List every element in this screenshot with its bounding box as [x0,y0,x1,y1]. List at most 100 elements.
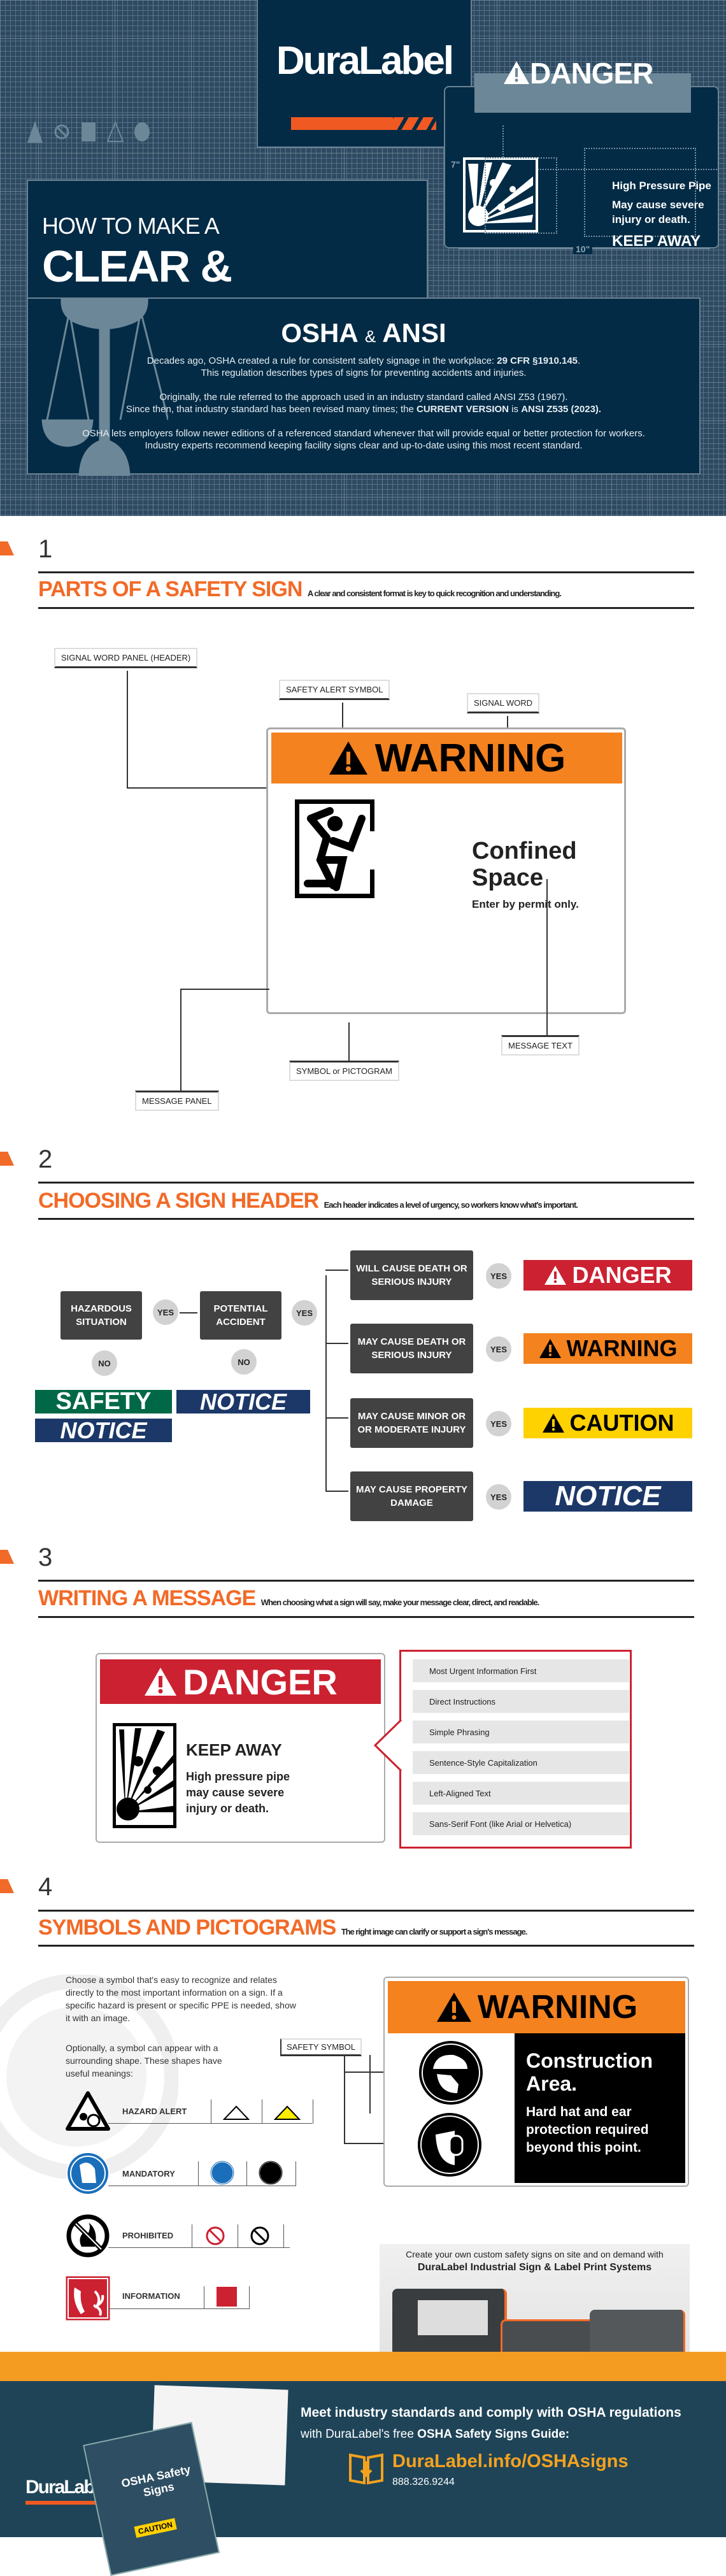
connector-line [344,2055,345,2144]
hard-hat-pictogram [419,2041,483,2105]
symbols-intro-2: Optionally, a symbol can appear with a s… [66,2043,222,2079]
sample-line-3: injury or death. [612,213,690,225]
section-marker-icon [0,1550,14,1564]
divider [38,1910,694,1912]
alert-triangle-icon [544,1266,567,1285]
footer: DuraLabel OSHA Safety Signs CAUTION Meet… [0,2381,726,2576]
triangle-outline-icon [223,2105,250,2120]
prohibited-red-icon [206,2226,225,2245]
alert-triangle-icon [27,121,43,143]
hazard-alert-pictogram [66,2091,110,2131]
yes-badge: YES [153,1299,178,1325]
section-1-subtitle: A clear and consistent format is key to … [307,589,562,598]
information-pictogram [66,2276,110,2321]
header-word: NOTICE [555,1480,661,1512]
title-line-1: CLEAR & [42,241,232,291]
tip-item: Sans-Serif Font (like Arial or Helvetica… [413,1812,629,1835]
divider [38,1182,694,1184]
promo-line-1: Create your own custom safety signs on s… [406,2249,664,2259]
alert-triangle-icon [436,1993,471,2022]
branch-arrow [325,1491,348,1492]
warning-header: WARNING [271,733,622,784]
divider [38,607,694,609]
header-word: WARNING [566,1335,678,1361]
branch-arrow [325,1270,348,1271]
dimension-guide [485,157,557,234]
danger-word: DANGER [530,57,653,90]
row-line [108,2308,250,2309]
callout-pointer [373,1720,402,1771]
printer-promo: Create your own custom safety signs on s… [380,2244,690,2370]
confined-space-pictogram [295,799,374,898]
divider [38,1945,694,1947]
row-divider [246,2161,247,2186]
section-1-title: PARTS OF A SAFETY SIGN A clear and consi… [38,577,562,601]
yes-badge: YES [486,1411,511,1436]
shape-label: MANDATORY [122,2169,175,2179]
section-4-subtitle: The right image can clarify or support a… [341,1927,528,1936]
width-dimension-label: 10" [573,244,593,254]
phone-number: 888.326.9244 [392,2477,455,2487]
section-2-number: 2 [38,1145,53,1173]
shape-label: HAZARD ALERT [122,2107,187,2116]
alert-triangle-icon [504,61,529,84]
guide-download-link[interactable]: DuraLabel.info/OSHAsigns [392,2451,629,2472]
node-potential-accident: POTENTIAL ACCIDENT [200,1291,281,1340]
section-marker-icon [0,1879,14,1893]
section-3-subtitle: When choosing what a sign will say, make… [260,1598,539,1607]
row-divider [198,2161,199,2186]
sample-line-1: High Pressure Pipe [612,180,711,192]
osha-paragraph-2: This regulation describes types of signs… [201,368,527,378]
yes-badge: YES [292,1300,317,1326]
section-2-title: CHOOSING A SIGN HEADER Each header indic… [38,1189,578,1213]
connector-line [180,989,182,1091]
alert-triangle-icon [539,1339,561,1358]
notice-header: NOTICE [35,1417,172,1443]
circle-blue-icon [210,2161,234,2185]
warning-header: WARNING [523,1333,692,1364]
connector-line [180,989,269,990]
sign-headline: Confined Space [472,838,577,891]
connector-line [369,2055,371,2114]
guide-title: OSHA Safety Signs [120,2463,192,2500]
shape-icons-row [27,118,150,145]
condition-box: WILL CAUSE DEATH OR SERIOUS INJURY [350,1250,473,1300]
callout-safety-symbol: SAFETY SYMBOL [280,2038,362,2056]
tip-item: Sentence-Style Capitalization [413,1751,629,1774]
tips-panel: Most Urgent Information First Direct Inst… [399,1650,632,1849]
symbols-intro-1: Choose a symbol that's easy to recognize… [66,1975,296,2023]
tip-item: Direct Instructions [413,1690,629,1713]
osha-ansi-title: OSHA & ANSI [281,318,446,348]
osha-ansi-panel: OSHA & ANSI Decades ago, OSHA created a … [27,297,701,476]
row-line [108,2247,290,2248]
no-badge: NO [92,1350,117,1376]
triangle-yellow-icon [274,2105,301,2120]
notice-header: NOTICE [176,1389,310,1415]
row-line [108,2123,312,2124]
divider [38,1218,694,1220]
row-divider [295,2161,296,2186]
section-1-number: 1 [38,535,53,563]
section-marker-icon [0,541,14,555]
no-badge: NO [231,1349,257,1375]
row-divider [283,2224,284,2248]
branch-line [325,1275,327,1492]
promo-line-2: DuraLabel Industrial Sign & Label Print … [417,2262,652,2273]
section-2-subtitle: Each header indicates a level of urgency… [324,1200,578,1210]
footer-line-1: Meet industry standards and comply with … [301,2405,681,2420]
yes-badge: YES [486,1484,511,1510]
danger-header: DANGER [523,1260,692,1291]
section-3-title: WRITING A MESSAGE When choosing what a s… [38,1586,539,1610]
yes-badge: YES [486,1336,511,1362]
danger-header-text: DANGER [503,56,653,90]
tip-item: Most Urgent Information First [413,1659,629,1682]
download-book-icon [349,2453,383,2485]
warning-word: WARNING [374,736,566,780]
section-marker-icon [0,1152,14,1166]
brand-logo-stripe [291,117,436,130]
alert-triangle-icon [329,741,367,775]
node-hazardous-situation: HAZARDOUS SITUATION [60,1291,142,1340]
arrow-line [180,1312,197,1313]
sign-body: High pressure pipe may cause severe injury… [186,1770,290,1815]
circle-black-icon [259,2161,283,2185]
